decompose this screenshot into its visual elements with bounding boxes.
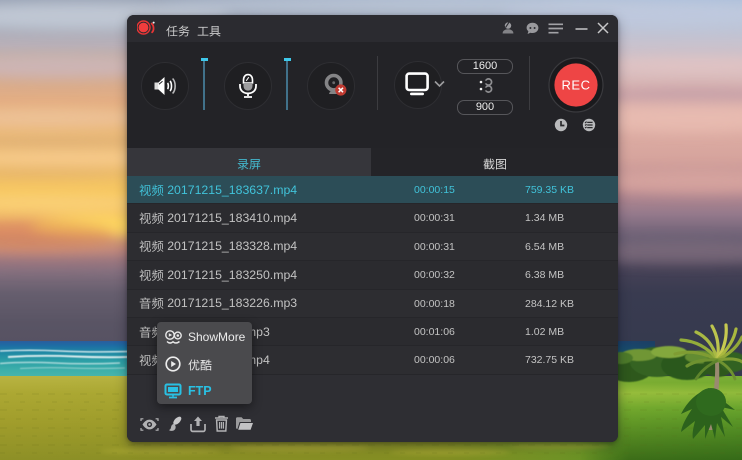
svg-text:REC: REC: [561, 78, 590, 93]
